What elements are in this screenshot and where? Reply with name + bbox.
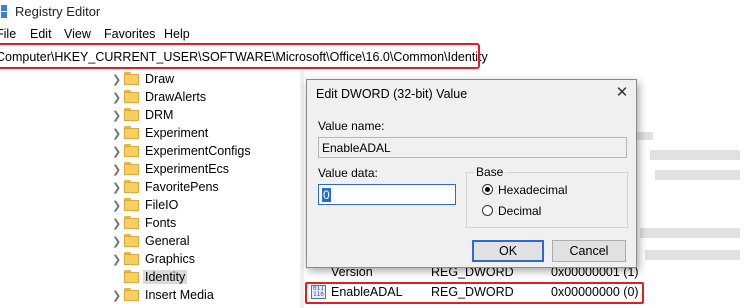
- tree-item[interactable]: ❯ Insert Media: [0, 286, 300, 304]
- chevron-right-icon[interactable]: ❯: [112, 289, 121, 302]
- chevron-right-icon[interactable]: ❯: [112, 235, 121, 248]
- edit-dword-dialog: Edit DWORD (32-bit) Value ✕ Value name: …: [306, 79, 637, 268]
- tree-item[interactable]: ❯ ExperimentEcs: [0, 160, 300, 178]
- base-group: Base Hexadecimal Decimal: [466, 165, 628, 228]
- folder-icon: [124, 198, 140, 211]
- cancel-button[interactable]: Cancel: [552, 240, 626, 262]
- tree-item-label: Experiment: [145, 126, 209, 140]
- folder-icon: [124, 216, 140, 229]
- menu-bar: File Edit View Favorites Help: [0, 26, 745, 44]
- chevron-right-icon[interactable]: ❯: [112, 217, 121, 230]
- folder-icon: [124, 126, 140, 139]
- tree-item-label: DRM: [145, 108, 174, 122]
- tree-item[interactable]: ❯ ExperimentConfigs: [0, 142, 300, 160]
- folder-icon: [124, 234, 140, 247]
- tree-item[interactable]: ❯ Experiment: [0, 124, 300, 142]
- tree-item-label: ExperimentEcs: [145, 162, 230, 176]
- obscured-data: [640, 228, 740, 238]
- tree-item[interactable]: ❯ Draw: [0, 70, 300, 88]
- tree-item-label: FileIO: [145, 198, 179, 212]
- close-icon[interactable]: ✕: [613, 83, 631, 101]
- chevron-right-icon[interactable]: ❯: [112, 181, 121, 194]
- radio-label: Decimal: [498, 204, 542, 218]
- folder-icon: [124, 288, 140, 301]
- folder-icon: [124, 72, 140, 85]
- menu-view[interactable]: View: [64, 27, 91, 41]
- tree-item[interactable]: ❯ FavoritePens: [0, 178, 300, 196]
- folder-icon: [124, 144, 140, 157]
- tree-item[interactable]: ❯ Graphics: [0, 250, 300, 268]
- folder-icon: [124, 252, 140, 265]
- menu-edit[interactable]: Edit: [30, 27, 52, 41]
- radio-button[interactable]: [482, 205, 493, 216]
- window-title: Registry Editor: [15, 4, 101, 19]
- value-highlight-box: [305, 282, 644, 304]
- obscured-data: [655, 170, 740, 180]
- radio-label: Hexadecimal: [498, 183, 568, 197]
- tree-item[interactable]: ❯ FileIO: [0, 196, 300, 214]
- tree-item-label: Fonts: [145, 216, 177, 230]
- value-row-enableadal[interactable]: 011 110 EnableADAL REG_DWORD 0x00000000 (…: [305, 282, 745, 304]
- value-name-label: Value name:: [318, 119, 385, 133]
- dialog-title: Edit DWORD (32-bit) Value: [316, 87, 468, 101]
- obscured-data: [635, 132, 653, 140]
- tree-item-label: DrawAlerts: [145, 90, 207, 104]
- chevron-right-icon[interactable]: ❯: [112, 199, 121, 212]
- tree-item-label: Insert Media: [145, 288, 214, 302]
- decimal-radio[interactable]: Decimal: [482, 204, 622, 220]
- tree-item-label: General: [145, 234, 190, 248]
- chevron-right-icon[interactable]: ❯: [112, 91, 121, 104]
- hexadecimal-radio[interactable]: Hexadecimal: [482, 183, 622, 199]
- address-bar[interactable]: Computer\HKEY_CURRENT_USER\SOFTWARE\Micr…: [0, 43, 745, 71]
- menu-file[interactable]: File: [0, 27, 16, 41]
- folder-icon: [124, 108, 140, 121]
- tree-item[interactable]: ❯ General: [0, 232, 300, 250]
- folder-icon: [124, 180, 140, 193]
- folder-icon: [124, 162, 140, 175]
- tree-item-label: Draw: [145, 72, 175, 86]
- tree-item[interactable]: ❯ DrawAlerts: [0, 88, 300, 106]
- menu-favorites[interactable]: Favorites: [104, 27, 155, 41]
- tree-item[interactable]: ❯ DRM: [0, 106, 300, 124]
- key-tree[interactable]: ❯ Draw ❯ DrawAlerts ❯ DRM ❯ Experiment ❯…: [0, 70, 300, 308]
- tree-item-label: ExperimentConfigs: [145, 144, 251, 158]
- chevron-right-icon[interactable]: ❯: [112, 145, 121, 158]
- folder-icon: [124, 90, 140, 103]
- pane-splitter[interactable]: [300, 70, 304, 308]
- tree-item-label: Identity: [143, 270, 188, 284]
- radio-button-checked[interactable]: [482, 184, 493, 195]
- chevron-right-icon[interactable]: ❯: [112, 109, 121, 122]
- chevron-right-icon[interactable]: ❯: [112, 127, 121, 140]
- menu-help[interactable]: Help: [164, 27, 190, 41]
- folder-icon: [124, 270, 140, 283]
- value-data-text: 0: [322, 188, 331, 202]
- tree-item-label: Graphics: [145, 252, 196, 266]
- registry-editor-icon: [0, 5, 8, 19]
- ok-button[interactable]: OK: [472, 240, 544, 262]
- chevron-right-icon[interactable]: ❯: [112, 163, 121, 176]
- chevron-right-icon[interactable]: ❯: [112, 253, 121, 266]
- tree-item-identity[interactable]: Identity: [0, 268, 300, 286]
- title-bar: Registry Editor: [0, 0, 745, 26]
- value-data-input[interactable]: 0: [318, 184, 456, 205]
- tree-item-label: FavoritePens: [145, 180, 219, 194]
- obscured-data: [645, 250, 740, 260]
- obscured-data: [650, 150, 740, 160]
- value-data-label: Value data:: [318, 166, 378, 180]
- value-name-field: EnableADAL: [318, 137, 627, 158]
- base-label: Base: [474, 165, 506, 179]
- address-highlight-box: [0, 43, 480, 69]
- tree-item[interactable]: ❯ Fonts: [0, 214, 300, 232]
- chevron-right-icon[interactable]: ❯: [112, 73, 121, 86]
